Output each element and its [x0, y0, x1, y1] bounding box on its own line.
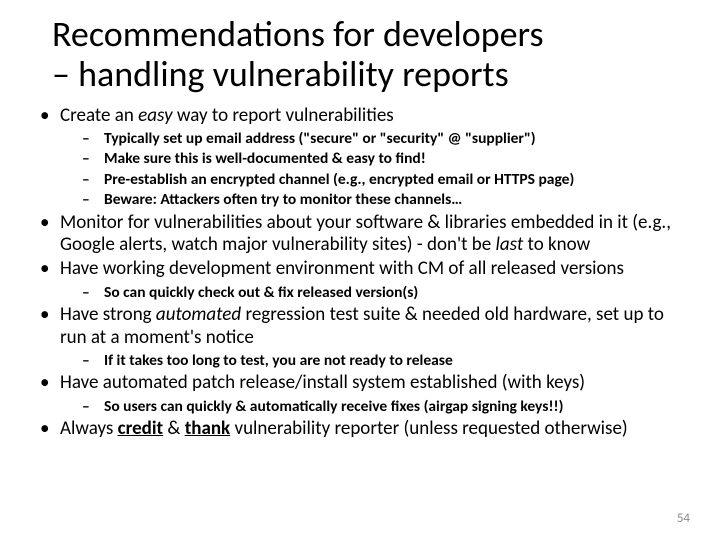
bullet-item: Have working development environment wit…	[32, 258, 692, 302]
text: &	[163, 417, 185, 440]
text: Create an	[60, 104, 138, 127]
text: to know	[523, 233, 590, 256]
title-line-2: – handling vulnerability reports	[52, 52, 509, 96]
sub-item: Typically set up email address ("secure"…	[74, 129, 692, 148]
sub-item: So can quickly check out & fix released …	[74, 283, 692, 302]
text: way to report vulnerabilities	[173, 104, 394, 127]
slide-title: Recommendations for developers – handlin…	[52, 14, 692, 95]
text-em: easy	[138, 104, 172, 127]
sub-item: Make sure this is well-documented & easy…	[74, 149, 692, 168]
text: Always	[60, 417, 118, 440]
bullet-item: Have automated patch release/install sys…	[32, 372, 692, 416]
bullet-item: Have strong automated regression test su…	[32, 304, 692, 370]
bullet-list: Create an easy way to report vulnerabili…	[32, 105, 692, 441]
text: Have working development environment wit…	[60, 257, 624, 280]
sub-item: If it takes too long to test, you are no…	[74, 351, 692, 370]
sub-item: Beware: Attackers often try to monitor t…	[74, 190, 692, 209]
text-strong: thank	[185, 417, 230, 440]
sub-list: So can quickly check out & fix released …	[74, 283, 692, 302]
page-number: 54	[677, 511, 690, 526]
text-strong: credit	[118, 417, 164, 440]
title-line-1: Recommendations for developers	[52, 12, 544, 56]
text: Have automated patch release/install sys…	[60, 371, 585, 394]
text: Have strong	[60, 303, 156, 326]
bullet-item: Create an easy way to report vulnerabili…	[32, 105, 692, 210]
text-em: last	[496, 233, 524, 256]
sub-item: Pre-establish an encrypted channel (e.g.…	[74, 170, 692, 189]
sub-list: So users can quickly & automatically rec…	[74, 397, 692, 416]
bullet-item: Monitor for vulnerabilities about your s…	[32, 212, 692, 257]
text-em: automated	[156, 303, 241, 326]
sub-list: Typically set up email address ("secure"…	[74, 129, 692, 210]
bullet-item: Always credit & thank vulnerability repo…	[32, 418, 692, 440]
sub-item: So users can quickly & automatically rec…	[74, 397, 692, 416]
sub-list: If it takes too long to test, you are no…	[74, 351, 692, 370]
text: vulnerability reporter (unless requested…	[230, 417, 628, 440]
